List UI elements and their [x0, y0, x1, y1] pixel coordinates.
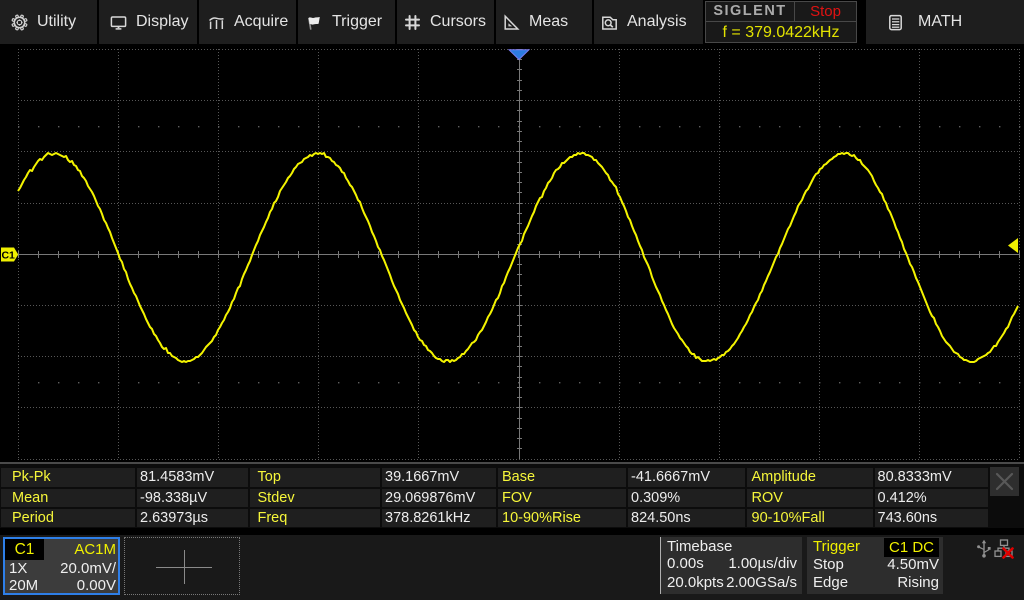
svg-text:C1: C1: [1, 250, 15, 262]
